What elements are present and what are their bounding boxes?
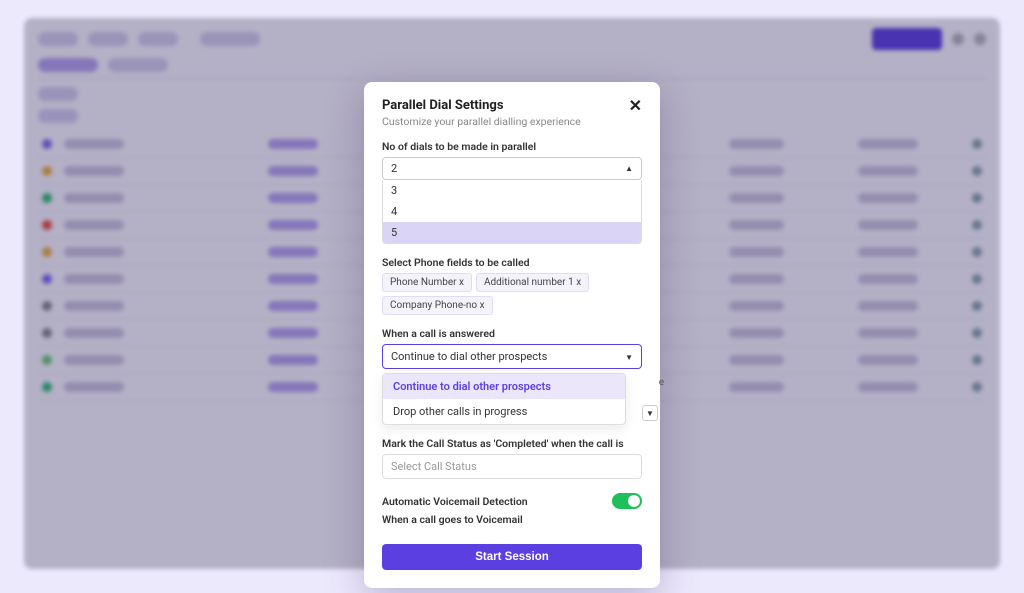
- voicemail-detection-toggle[interactable]: [612, 493, 642, 509]
- chevron-down-icon: [625, 350, 633, 363]
- parallel-dials-select[interactable]: 2: [382, 157, 642, 180]
- phone-fields-chips: Phone Number xAdditional number 1 x Compa…: [382, 273, 642, 315]
- label-call-answered: When a call is answered: [382, 327, 642, 340]
- label-voicemail-goes: When a call goes to Voicemail: [382, 513, 642, 526]
- phone-field-chip[interactable]: Phone Number x: [382, 273, 472, 292]
- close-icon[interactable]: ✕: [629, 98, 642, 114]
- parallel-option[interactable]: 4: [383, 201, 641, 222]
- modal-title: Parallel Dial Settings: [382, 98, 581, 113]
- parallel-dial-settings-modal: Parallel Dial Settings Customize your pa…: [364, 82, 660, 588]
- label-voicemail-detect: Automatic Voicemail Detection: [382, 495, 528, 508]
- parallel-dials-value: 2: [391, 162, 397, 175]
- label-parallel-dials: No of dials to be made in parallel: [382, 140, 642, 153]
- call-answered-dropdown: Continue to dial other prospectsDrop oth…: [382, 373, 626, 425]
- stray-char: e: [659, 377, 664, 388]
- parallel-dials-dropdown: 345: [382, 180, 642, 244]
- call-answered-option[interactable]: Continue to dial other prospects: [383, 374, 625, 399]
- start-session-button[interactable]: Start Session: [382, 544, 642, 570]
- label-mark-completed: Mark the Call Status as 'Completed' when…: [382, 437, 642, 450]
- call-answered-value: Continue to dial other prospects: [391, 350, 547, 363]
- parallel-option[interactable]: 3: [383, 180, 641, 201]
- label-phone-fields: Select Phone fields to be called: [382, 256, 642, 269]
- phone-field-chip[interactable]: Additional number 1 x: [476, 273, 589, 292]
- phone-field-chip[interactable]: Company Phone-no x: [382, 296, 493, 315]
- call-answered-select[interactable]: Continue to dial other prospects: [382, 344, 642, 369]
- secondary-select-caret[interactable]: [642, 405, 658, 421]
- modal-subtitle: Customize your parallel dialling experie…: [382, 115, 581, 128]
- call-status-select[interactable]: Select Call Status: [382, 454, 642, 479]
- call-answered-option[interactable]: Drop other calls in progress: [383, 399, 625, 424]
- parallel-option[interactable]: 5: [383, 222, 641, 243]
